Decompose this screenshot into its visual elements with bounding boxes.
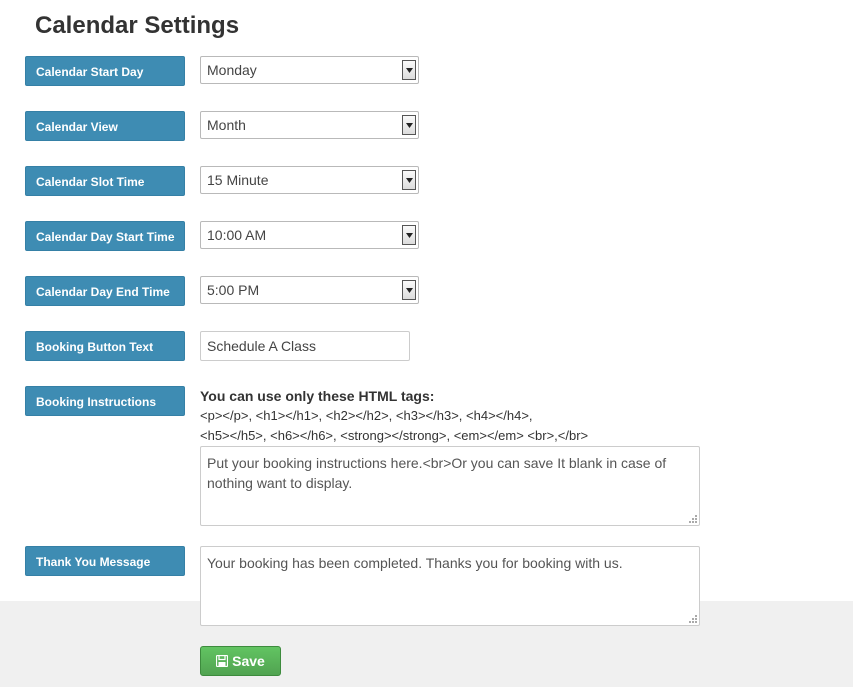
slot-time-label: Calendar Slot Time — [25, 166, 185, 196]
resize-grip-icon[interactable] — [687, 513, 697, 523]
button-text-label: Booking Button Text — [25, 331, 185, 361]
resize-grip-icon[interactable] — [687, 613, 697, 623]
page-title: Calendar Settings — [35, 12, 240, 39]
chevron-down-icon[interactable] — [402, 115, 416, 135]
start-day-select[interactable]: Monday — [200, 56, 419, 84]
instructions-textarea[interactable]: Put your booking instructions here.<br>O… — [200, 446, 700, 526]
save-label: Save — [232, 653, 265, 669]
day-start-select[interactable]: 10:00 AM — [200, 221, 419, 249]
thank-you-textarea[interactable]: Your booking has been completed. Thanks … — [200, 546, 700, 626]
chevron-down-icon[interactable] — [402, 225, 416, 245]
start-day-label: Calendar Start Day — [25, 56, 185, 86]
thank-you-label: Thank You Message — [25, 546, 185, 576]
slot-time-value: 15 Minute — [207, 172, 269, 188]
save-button[interactable]: Save — [200, 646, 281, 676]
day-end-select[interactable]: 5:00 PM — [200, 276, 419, 304]
day-end-label: Calendar Day End Time — [25, 276, 185, 306]
day-start-label: Calendar Day Start Time — [25, 221, 185, 251]
button-text-input[interactable] — [200, 331, 410, 361]
chevron-down-icon[interactable] — [402, 60, 416, 80]
day-start-value: 10:00 AM — [207, 227, 267, 243]
view-label: Calendar View — [25, 111, 185, 141]
chevron-down-icon[interactable] — [402, 170, 416, 190]
instructions-label: Booking Instructions — [25, 386, 185, 416]
save-icon — [216, 655, 229, 667]
day-end-value: 5:00 PM — [207, 282, 260, 298]
slot-time-select[interactable]: 15 Minute — [200, 166, 419, 194]
allowed-tags-line-2: <h5></h5>, <h6></h6>, <strong></strong>,… — [200, 428, 589, 443]
allowed-tags-line-1: <p></p>, <h1></h1>, <h2></h2>, <h3></h3>… — [200, 408, 533, 423]
view-value: Month — [207, 117, 246, 133]
start-day-value: Monday — [207, 62, 257, 78]
allowed-tags-heading: You can use only these HTML tags: — [200, 388, 435, 404]
chevron-down-icon[interactable] — [402, 280, 416, 300]
view-select[interactable]: Month — [200, 111, 419, 139]
